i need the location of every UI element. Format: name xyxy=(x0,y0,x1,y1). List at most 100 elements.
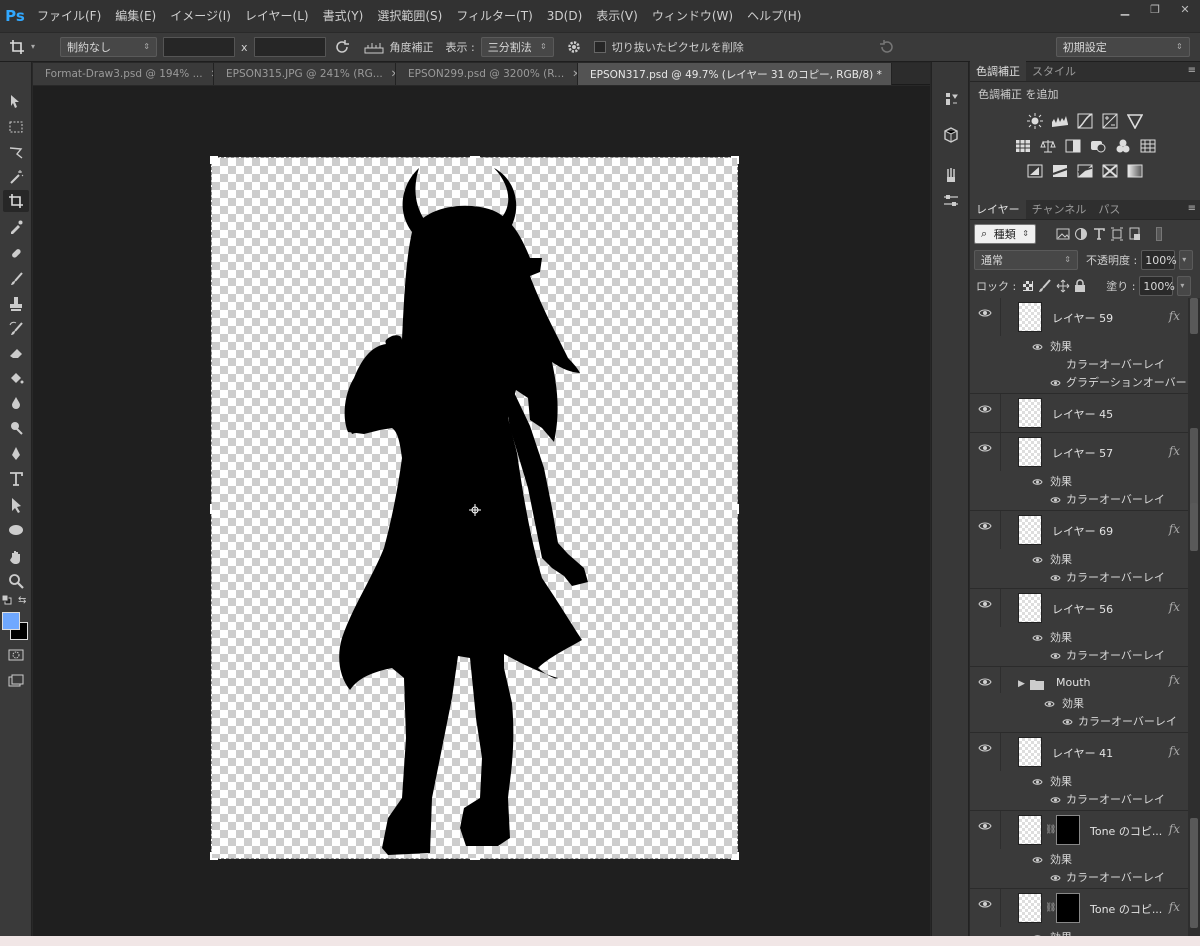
chain-link-icon[interactable]: ⛓ xyxy=(1045,825,1056,835)
opacity-dropdown[interactable]: ▾ xyxy=(1179,250,1194,270)
lasso-tool-icon[interactable] xyxy=(3,141,29,163)
fill-dropdown[interactable]: ▾ xyxy=(1177,276,1192,296)
curves-icon[interactable] xyxy=(1075,110,1096,131)
hand-tool-icon[interactable] xyxy=(3,546,29,568)
effects-visibility-eye-icon[interactable] xyxy=(1032,341,1043,350)
chain-link-icon[interactable]: ⛓ xyxy=(1045,903,1056,913)
crop-handle-bottom[interactable] xyxy=(470,856,480,860)
visibility-eye-icon[interactable] xyxy=(978,677,992,687)
layer-row[interactable]: レイヤー 69 fx 効果 カラーオーバーレイ xyxy=(970,511,1188,589)
document-tab-active[interactable]: EPSON317.psd @ 49.7% (レイヤー 31 のコピー, RGB/… xyxy=(578,63,892,85)
properties-panel-icon[interactable] xyxy=(940,190,962,212)
filter-adjustment-icon[interactable] xyxy=(1074,227,1088,241)
tab-adjustments[interactable]: 色調補正 xyxy=(970,61,1026,81)
visibility-eye-icon[interactable] xyxy=(978,443,992,453)
crop-tool-preset-picker[interactable]: ▾ xyxy=(0,39,44,55)
effects-row[interactable]: 効果 xyxy=(970,549,1188,567)
layer-row[interactable]: レイヤー 41 fx 効果 カラーオーバーレイ xyxy=(970,733,1188,811)
document-tab[interactable]: EPSON315.JPG @ 241% (RG...✕ xyxy=(214,63,396,85)
layer-name[interactable]: Mouth xyxy=(1056,676,1090,689)
document-tab[interactable]: EPSON299.psd @ 3200% (R...✕ xyxy=(396,63,578,85)
channel-mixer-icon[interactable] xyxy=(1112,135,1133,156)
marquee-tool-icon[interactable] xyxy=(3,116,29,138)
opacity-field[interactable]: 100% xyxy=(1141,250,1177,270)
effects-row[interactable]: 効果 xyxy=(970,336,1188,354)
blend-mode-select[interactable]: 通常 ⇕ xyxy=(974,250,1078,270)
visibility-eye-icon[interactable] xyxy=(978,308,992,318)
scrollbar-thumb-bottom[interactable] xyxy=(1190,818,1198,928)
posterize-icon[interactable] xyxy=(1050,160,1071,181)
fx-icon[interactable]: fx xyxy=(1169,600,1180,614)
restore-button[interactable]: ❐ xyxy=(1140,0,1170,18)
lock-position-icon[interactable] xyxy=(1056,279,1070,293)
fx-icon[interactable]: fx xyxy=(1169,522,1180,536)
quick-mask-icon[interactable] xyxy=(3,644,29,666)
default-colors-icon[interactable] xyxy=(1,594,12,605)
fx-icon[interactable]: fx xyxy=(1169,822,1180,836)
document-tab[interactable]: Format-Draw3.psd @ 194% ...✕ xyxy=(33,63,214,85)
effects-row[interactable]: 効果 xyxy=(970,849,1188,867)
layer-row[interactable]: レイヤー 56 fx 効果 カラーオーバーレイ xyxy=(970,589,1188,667)
effects-visibility-eye-icon[interactable] xyxy=(1032,554,1043,563)
view-select[interactable]: 三分割法 ⇕ xyxy=(480,37,554,57)
visibility-eye-icon[interactable] xyxy=(978,404,992,414)
tab-paths[interactable]: パス xyxy=(1092,199,1126,219)
lock-transparent-icon[interactable] xyxy=(1022,280,1034,292)
visibility-eye-icon[interactable] xyxy=(978,821,992,831)
foreground-color-swatch[interactable] xyxy=(2,612,20,630)
panel-menu-icon[interactable]: ≡ xyxy=(1188,203,1196,214)
visibility-eye-icon[interactable] xyxy=(978,743,992,753)
layer-row[interactable]: レイヤー 45 xyxy=(970,394,1188,433)
blur-tool-icon[interactable] xyxy=(3,392,29,414)
effect-item[interactable]: カラーオーバーレイ xyxy=(970,645,1188,663)
gear-icon[interactable] xyxy=(566,39,582,55)
brush-tool-icon[interactable] xyxy=(3,268,29,290)
effects-visibility-eye-icon[interactable] xyxy=(1032,476,1043,485)
levels-icon[interactable] xyxy=(1050,110,1071,131)
selective-color-icon[interactable] xyxy=(1100,160,1121,181)
eraser-tool-icon[interactable] xyxy=(3,342,29,364)
visibility-eye-icon[interactable] xyxy=(978,899,992,909)
layer-name[interactable]: Tone のコピ... xyxy=(1090,823,1162,839)
straighten-icon[interactable] xyxy=(364,39,384,55)
crop-handle-left[interactable] xyxy=(210,504,214,514)
filter-pixel-icon[interactable] xyxy=(1056,227,1070,241)
fill-field[interactable]: 100% xyxy=(1139,276,1175,296)
scrollbar-thumb-mid[interactable] xyxy=(1190,503,1198,551)
history-brush-tool-icon[interactable] xyxy=(3,318,29,340)
exposure-icon[interactable] xyxy=(1100,110,1121,131)
effect-item[interactable]: カラーオーバーレイ xyxy=(970,354,1188,372)
effect-item[interactable]: カラーオーバーレイ xyxy=(970,489,1188,507)
visibility-eye-icon[interactable] xyxy=(978,599,992,609)
pen-tool-icon[interactable] xyxy=(3,443,29,465)
healing-brush-tool-icon[interactable] xyxy=(3,242,29,264)
menu-item[interactable]: フィルター(T) xyxy=(449,0,539,32)
height-field[interactable] xyxy=(253,37,326,57)
effect-visibility-eye-icon[interactable] xyxy=(1050,377,1061,386)
layer-name[interactable]: レイヤー 56 xyxy=(1052,601,1113,617)
effects-visibility-eye-icon[interactable] xyxy=(1032,776,1043,785)
effects-row[interactable]: 効果 xyxy=(970,693,1188,711)
layer-name[interactable]: レイヤー 41 xyxy=(1052,745,1113,761)
layer-filter-kind-select[interactable]: ⌕ 種類 ⇕ xyxy=(974,224,1036,244)
lock-image-icon[interactable] xyxy=(1038,279,1052,293)
filter-shape-icon[interactable] xyxy=(1110,227,1124,241)
panel-menu-icon[interactable]: ≡ xyxy=(1188,65,1196,76)
menu-item[interactable]: ファイル(F) xyxy=(30,0,108,32)
expand-arrow-icon[interactable]: ▶ xyxy=(1018,679,1025,689)
layer-mask-thumbnail[interactable] xyxy=(1056,893,1080,923)
document-canvas[interactable] xyxy=(210,156,739,860)
effect-item[interactable]: カラーオーバーレイ xyxy=(970,711,1188,729)
layer-name[interactable]: レイヤー 69 xyxy=(1052,523,1113,539)
layer-row[interactable]: レイヤー 59 fx 効果カラーオーバーレイグラデーションオーバーレイ xyxy=(970,298,1188,394)
effects-row[interactable]: 効果 xyxy=(970,627,1188,645)
zoom-tool-icon[interactable] xyxy=(3,570,29,592)
preset-select[interactable]: 初期設定 ⇕ xyxy=(1055,37,1190,57)
path-selection-tool-icon[interactable] xyxy=(3,494,29,516)
crop-handle-right[interactable] xyxy=(735,504,739,514)
hue-saturation-icon[interactable] xyxy=(1012,135,1033,156)
visibility-eye-icon[interactable] xyxy=(978,521,992,531)
paint-bucket-tool-icon[interactable] xyxy=(3,367,29,389)
brightness-contrast-icon[interactable] xyxy=(1025,110,1046,131)
scrollbar-thumb[interactable] xyxy=(1190,428,1198,508)
